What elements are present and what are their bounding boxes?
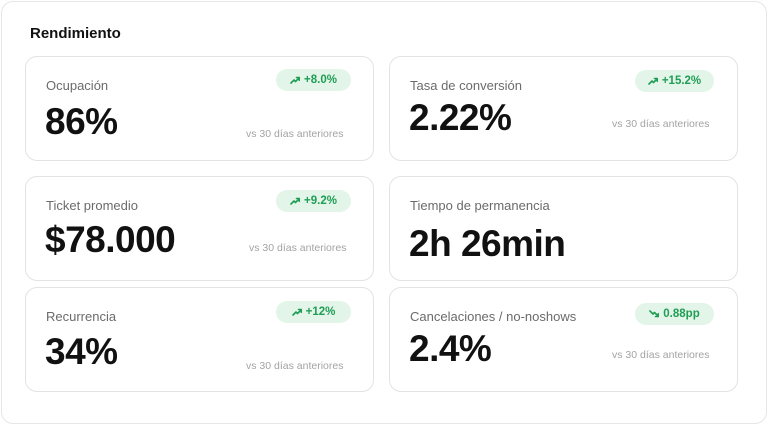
metric-label: Recurrencia xyxy=(46,309,117,324)
metric-label: Tiempo de permanencia xyxy=(410,198,550,213)
trending-up-icon xyxy=(291,307,302,317)
metric-value: 2.22% xyxy=(409,97,512,138)
change-value: +12% xyxy=(305,306,336,318)
comparison-text: vs 30 días anteriores xyxy=(249,242,347,254)
change-value: 0.88pp xyxy=(663,308,700,320)
change-value: +15.2% xyxy=(661,75,702,87)
metric-label: Cancelaciones / no-noshows xyxy=(410,309,577,324)
comparison-text: vs 30 días anteriores xyxy=(246,360,344,372)
trending-up-icon xyxy=(290,75,301,85)
change-badge: +12% xyxy=(276,301,351,323)
metric-value: 86% xyxy=(45,101,118,142)
metric-value: 2.4% xyxy=(409,328,492,369)
change-badge: 0.88pp xyxy=(635,303,714,325)
trending-up-icon xyxy=(648,76,658,86)
metric-card-cancellations: Cancelaciones / no-noshows 2.4% 0.88pp v… xyxy=(389,287,738,392)
metric-label: Ocupación xyxy=(46,78,109,93)
metric-value: 34% xyxy=(45,331,118,372)
trending-up-icon xyxy=(290,196,301,206)
panel-title: Rendimiento xyxy=(30,25,121,42)
change-value: +8.0% xyxy=(304,74,337,86)
comparison-text: vs 30 días anteriores xyxy=(612,349,710,361)
change-badge: +15.2% xyxy=(635,70,714,92)
comparison-text: vs 30 días anteriores xyxy=(612,118,710,130)
metric-label: Ticket promedio xyxy=(46,198,138,213)
metric-value: 2h 26min xyxy=(409,223,566,264)
metric-label: Tasa de conversión xyxy=(410,78,523,93)
trending-down-icon xyxy=(649,309,660,319)
metric-card-average-ticket: Ticket promedio $78.000 +9.2% vs 30 días… xyxy=(25,176,374,281)
comparison-text: vs 30 días anteriores xyxy=(246,128,344,140)
metric-value: $78.000 xyxy=(45,219,176,260)
metric-card-occupancy: Ocupación 86% +8.0% vs 30 días anteriore… xyxy=(25,56,374,161)
metric-card-recurrence: Recurrencia 34% +12% vs 30 días anterior… xyxy=(25,287,374,392)
change-badge: +8.0% xyxy=(276,69,351,91)
performance-panel: Rendimiento Ocupación 86% +8.0% vs 30 dí… xyxy=(1,1,767,424)
change-badge: +9.2% xyxy=(276,190,351,212)
change-value: +9.2% xyxy=(304,195,337,207)
metric-card-conversion-rate: Tasa de conversión 2.22% +15.2% vs 30 dí… xyxy=(389,56,738,161)
metric-card-dwell-time: Tiempo de permanencia 2h 26min xyxy=(389,176,738,281)
